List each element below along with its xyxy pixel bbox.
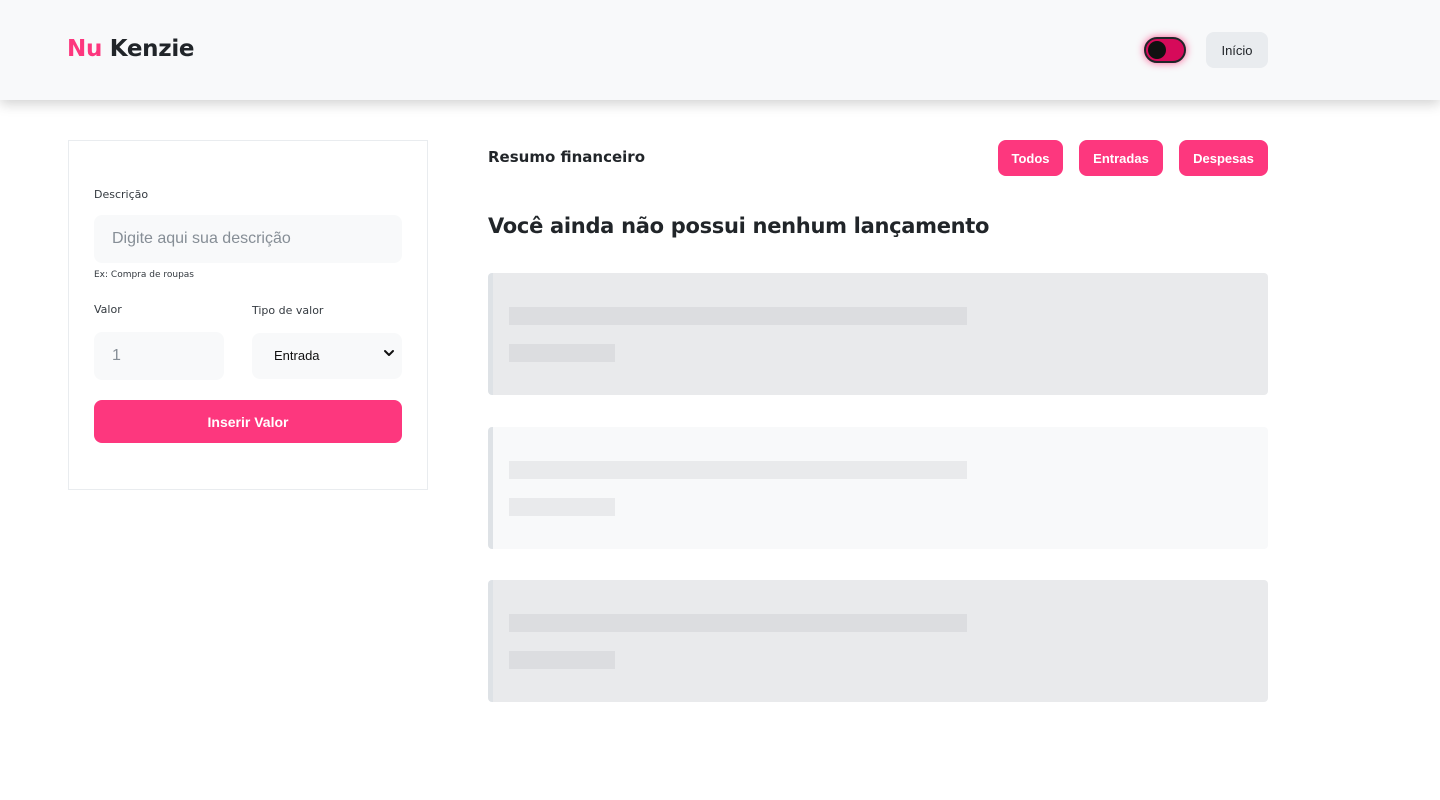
description-hint: Ex: Compra de roupas xyxy=(94,270,194,280)
type-selected-value: Entrada xyxy=(274,348,320,363)
description-input[interactable] xyxy=(94,215,402,263)
skeleton-line xyxy=(509,651,615,669)
header: Nu Kenzie Início xyxy=(0,0,1440,100)
logo-primary: Nu xyxy=(67,36,103,62)
chevron-down-icon xyxy=(384,350,394,356)
skeleton-line xyxy=(509,307,967,325)
theme-toggle[interactable] xyxy=(1144,37,1186,63)
skeleton-card xyxy=(488,273,1268,395)
value-label: Valor xyxy=(94,303,122,316)
empty-state-message: Você ainda não possui nenhum lançamento xyxy=(488,214,990,238)
type-select[interactable]: Entrada xyxy=(252,333,402,379)
logo: Nu Kenzie xyxy=(67,36,195,62)
skeleton-line xyxy=(509,498,615,516)
toggle-knob-icon xyxy=(1148,41,1166,59)
value-input[interactable] xyxy=(94,332,224,380)
skeleton-line xyxy=(509,614,967,632)
skeleton-line xyxy=(509,461,967,479)
skeleton-card xyxy=(488,427,1268,549)
home-button[interactable]: Início xyxy=(1206,32,1268,68)
description-label: Descrição xyxy=(94,188,149,201)
skeleton-card xyxy=(488,580,1268,702)
filter-income-button[interactable]: Entradas xyxy=(1079,140,1163,176)
entry-form: Descrição Ex: Compra de roupas Valor Tip… xyxy=(68,140,428,490)
insert-value-button[interactable]: Inserir Valor xyxy=(94,400,402,443)
logo-secondary: Kenzie xyxy=(109,36,195,62)
filter-expenses-button[interactable]: Despesas xyxy=(1179,140,1268,176)
skeleton-line xyxy=(509,344,615,362)
summary-title: Resumo financeiro xyxy=(488,148,645,166)
type-label: Tipo de valor xyxy=(252,304,324,317)
filter-all-button[interactable]: Todos xyxy=(998,140,1063,176)
